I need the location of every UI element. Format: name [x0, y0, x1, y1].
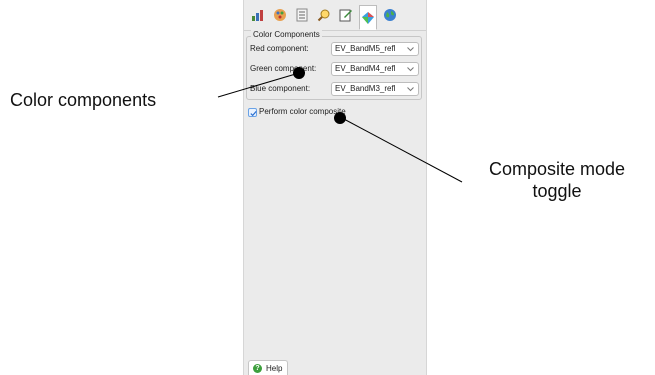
callout-composite-line1: Composite mode [488, 159, 626, 179]
callout-composite-line2: toggle [532, 181, 582, 201]
callout-marker-composite-toggle [334, 112, 346, 124]
callout-composite-mode: Composite mode toggle [462, 158, 652, 202]
callout-marker-color-components [293, 67, 305, 79]
callout-color-components: Color components [10, 90, 157, 110]
